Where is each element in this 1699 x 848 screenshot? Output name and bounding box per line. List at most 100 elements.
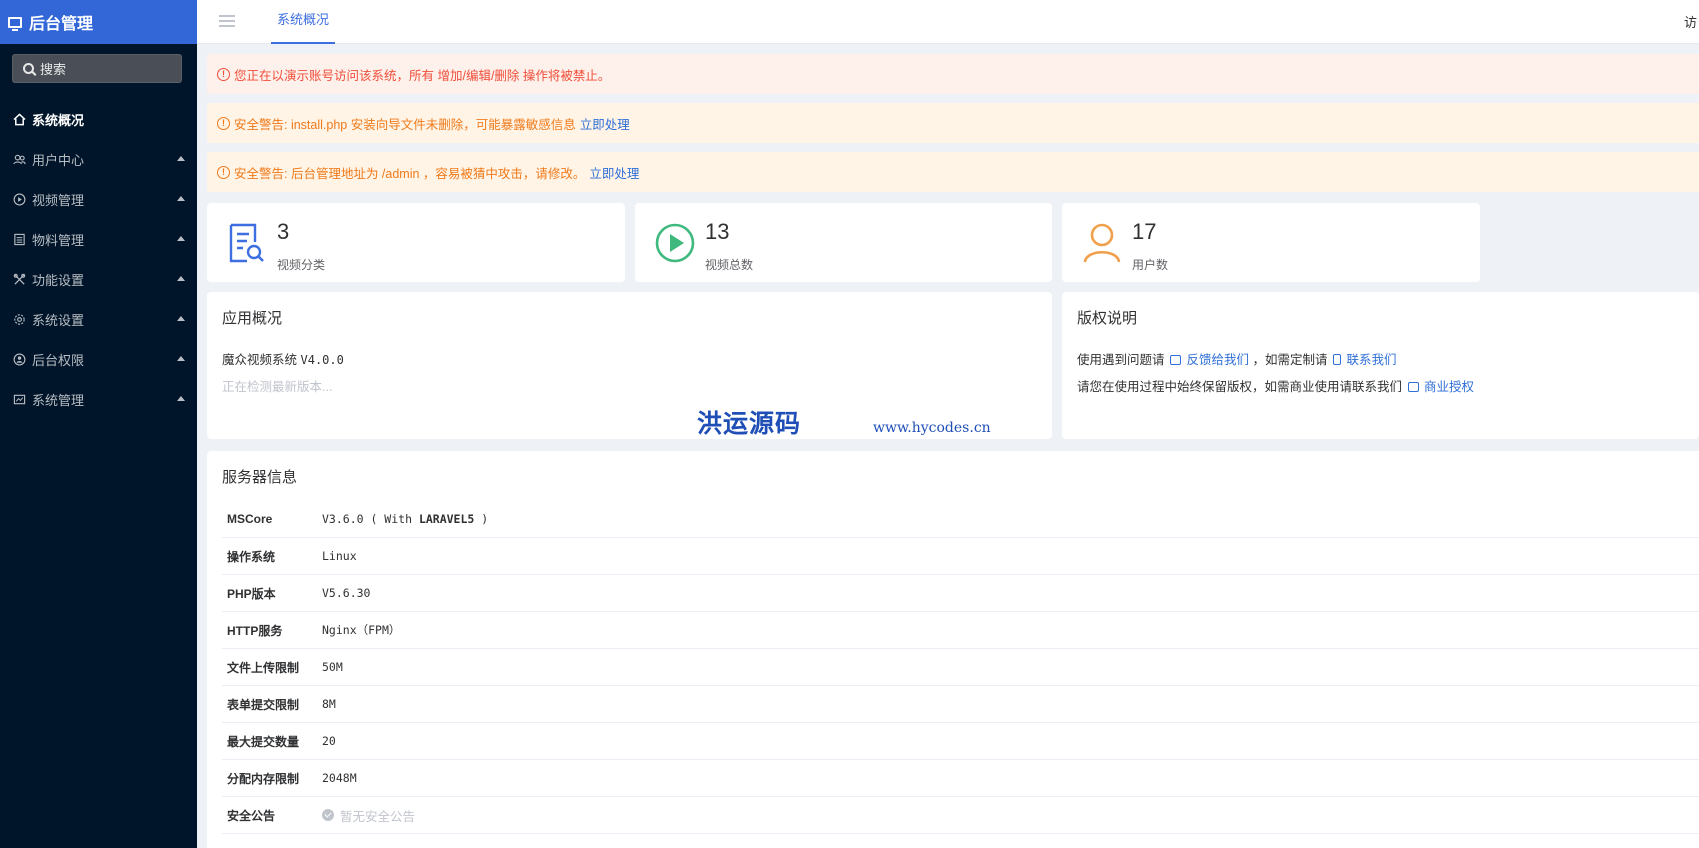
user-shield-icon bbox=[12, 352, 26, 366]
copyright-text: ，如需定制请 bbox=[1252, 353, 1328, 367]
users-icon bbox=[12, 152, 26, 166]
sidebar-item-users[interactable]: 用户中心 bbox=[0, 139, 197, 179]
search-input[interactable]: 搜索 bbox=[12, 54, 182, 83]
table-row: 最大提交数量 20 bbox=[222, 723, 1699, 760]
admin-fix-link[interactable]: 立即处理 bbox=[589, 163, 639, 182]
panel-title: 服务器信息 bbox=[222, 469, 298, 486]
copyright-text: 请您在使用过程中始终保留版权，如需商业使用请联系我们 bbox=[1077, 380, 1403, 394]
stat-card-videos[interactable]: 13 视频总数 bbox=[635, 203, 1052, 282]
user-icon bbox=[1083, 223, 1121, 263]
server-key: 操作系统 bbox=[227, 549, 276, 564]
server-value: 50M bbox=[322, 660, 343, 674]
dashboard-icon bbox=[12, 392, 26, 406]
server-key: MSCore bbox=[227, 512, 273, 526]
server-value: Nginx（FPM） bbox=[322, 623, 401, 637]
server-value: 8M bbox=[322, 697, 336, 711]
caret-up-icon bbox=[177, 276, 185, 281]
demo-alert: ! 您正在以演示账号访问该系统，所有 增加/编辑/删除 操作将被禁止。 bbox=[207, 54, 1699, 94]
watermark-text: 洪运源码 bbox=[697, 409, 802, 438]
security-notice-text: 暂无安全公告 bbox=[340, 809, 416, 824]
server-key: 表单提交限制 bbox=[227, 697, 300, 712]
stat-value: 3 bbox=[277, 219, 290, 244]
install-warning: ! 安全警告: install.php 安装向导文件未删除，可能暴露敏感信息 立… bbox=[207, 103, 1699, 143]
contact-link[interactable]: 联系我们 bbox=[1346, 353, 1396, 367]
sidebar-item-features[interactable]: 功能设置 bbox=[0, 259, 197, 299]
warning-icon: ! bbox=[217, 116, 230, 130]
edit-icon bbox=[1407, 382, 1419, 392]
server-value: 暂无安全公告 bbox=[322, 806, 415, 825]
admin-warning: ! 安全警告: 后台管理地址为 /admin ，容易被猜中攻击，请修改。 立即处… bbox=[207, 152, 1699, 192]
server-value: 2048M bbox=[322, 771, 357, 785]
play-circle-icon bbox=[655, 223, 695, 263]
document-search-icon bbox=[229, 223, 264, 263]
stat-value: 13 bbox=[705, 219, 730, 244]
demo-alert-text: 您正在以演示账号访问该系统，所有 增加/编辑/删除 操作将被禁止。 bbox=[234, 68, 611, 83]
feedback-link[interactable]: 反馈给我们 bbox=[1186, 353, 1249, 367]
alert-icon: ! bbox=[217, 67, 230, 81]
stat-label: 视频分类 bbox=[277, 258, 326, 272]
caret-up-icon bbox=[177, 316, 185, 321]
watermark-url: www.hycodes.cn bbox=[873, 420, 991, 436]
table-row: 分配内存限制 2048M bbox=[222, 760, 1699, 797]
stat-card-users[interactable]: 17 用户数 bbox=[1062, 203, 1480, 282]
table-row: PHP版本 V5.6.30 bbox=[222, 575, 1699, 612]
gear-icon bbox=[12, 312, 26, 326]
sidebar-item-label: 系统管理 bbox=[32, 392, 85, 408]
top-right-text[interactable]: 访 bbox=[1684, 12, 1697, 31]
home-icon bbox=[12, 112, 26, 126]
version-check-status: 正在检测最新版本... bbox=[222, 380, 333, 394]
sidebar-menu: 系统概况 用户中心 视频管理 物料管理 功能设置 系统设置 后台权限 系统管理 bbox=[0, 99, 197, 419]
sidebar-item-system-admin[interactable]: 系统管理 bbox=[0, 379, 197, 419]
table-row: HTTP服务 Nginx（FPM） bbox=[222, 612, 1699, 649]
copyright-panel: 版权说明 使用遇到问题请 反馈给我们 ，如需定制请 联系我们 请您在使用过程中始… bbox=[1062, 292, 1699, 439]
sidebar-item-label: 物料管理 bbox=[32, 232, 85, 248]
license-link[interactable]: 商业授权 bbox=[1424, 380, 1474, 394]
sidebar-item-label: 系统概况 bbox=[32, 112, 85, 128]
play-circle-icon bbox=[12, 192, 26, 206]
panel-title: 版权说明 bbox=[1077, 310, 1138, 327]
sidebar-item-videos[interactable]: 视频管理 bbox=[0, 179, 197, 219]
stat-label: 视频总数 bbox=[705, 258, 754, 272]
app-name-line: 魔众视频系统 V4.0.0 bbox=[222, 349, 344, 368]
comment-icon bbox=[1170, 355, 1181, 365]
server-key: PHP版本 bbox=[227, 586, 276, 601]
tab-overview[interactable]: 系统概况 bbox=[271, 0, 336, 44]
stat-label: 用户数 bbox=[1132, 258, 1169, 272]
sidebar-item-system-settings[interactable]: 系统设置 bbox=[0, 299, 197, 339]
sidebar-item-label: 功能设置 bbox=[32, 272, 85, 288]
caret-up-icon bbox=[177, 156, 185, 161]
sidebar-item-permissions[interactable]: 后台权限 bbox=[0, 339, 197, 379]
caret-up-icon bbox=[177, 236, 185, 241]
server-key: 安全公告 bbox=[227, 808, 276, 823]
brand[interactable]: 后台管理 bbox=[0, 0, 197, 44]
menu-toggle-icon[interactable] bbox=[219, 15, 235, 27]
tools-icon bbox=[12, 272, 26, 286]
table-row: 表单提交限制 8M bbox=[222, 686, 1699, 723]
server-key: 分配内存限制 bbox=[227, 771, 300, 786]
phone-icon bbox=[1332, 354, 1341, 365]
server-value: V5.6.30 bbox=[322, 586, 371, 600]
app-overview-panel: 应用概况 魔众视频系统 V4.0.0 正在检测最新版本... bbox=[207, 292, 1052, 439]
sidebar-item-overview[interactable]: 系统概况 bbox=[0, 99, 197, 139]
copyright-line-1: 使用遇到问题请 反馈给我们 ，如需定制请 联系我们 bbox=[1077, 349, 1396, 368]
server-value: 20 bbox=[322, 734, 336, 748]
app-version: V4.0.0 bbox=[300, 353, 344, 367]
table-row: 安全公告 暂无安全公告 bbox=[222, 797, 1699, 834]
server-key: 文件上传限制 bbox=[227, 660, 300, 675]
copyright-text: 使用遇到问题请 bbox=[1077, 353, 1165, 367]
sidebar-item-label: 视频管理 bbox=[32, 192, 85, 208]
search-placeholder: 搜索 bbox=[40, 62, 67, 77]
server-value: Linux bbox=[322, 549, 357, 563]
stat-card-categories[interactable]: 3 视频分类 bbox=[207, 203, 625, 282]
caret-up-icon bbox=[177, 196, 185, 201]
admin-warning-text: 安全警告: 后台管理地址为 /admin ，容易被猜中攻击，请修改。 bbox=[234, 166, 586, 181]
sidebar-item-materials[interactable]: 物料管理 bbox=[0, 219, 197, 259]
sidebar-item-label: 系统设置 bbox=[32, 312, 85, 328]
install-fix-link[interactable]: 立即处理 bbox=[580, 114, 630, 133]
copyright-line-2: 请您在使用过程中始终保留版权，如需商业使用请联系我们 商业授权 bbox=[1077, 376, 1474, 395]
search-icon bbox=[23, 63, 34, 74]
topbar: 系统概况 访 bbox=[197, 0, 1699, 44]
sidebar: 后台管理 搜索 系统概况 用户中心 视频管理 物料管理 功能设置 系统设置 后台… bbox=[0, 0, 197, 848]
table-row: 操作系统 Linux bbox=[222, 538, 1699, 575]
table-row: MSCore V3.6.0 ( With LARAVEL5 ) bbox=[222, 501, 1699, 538]
